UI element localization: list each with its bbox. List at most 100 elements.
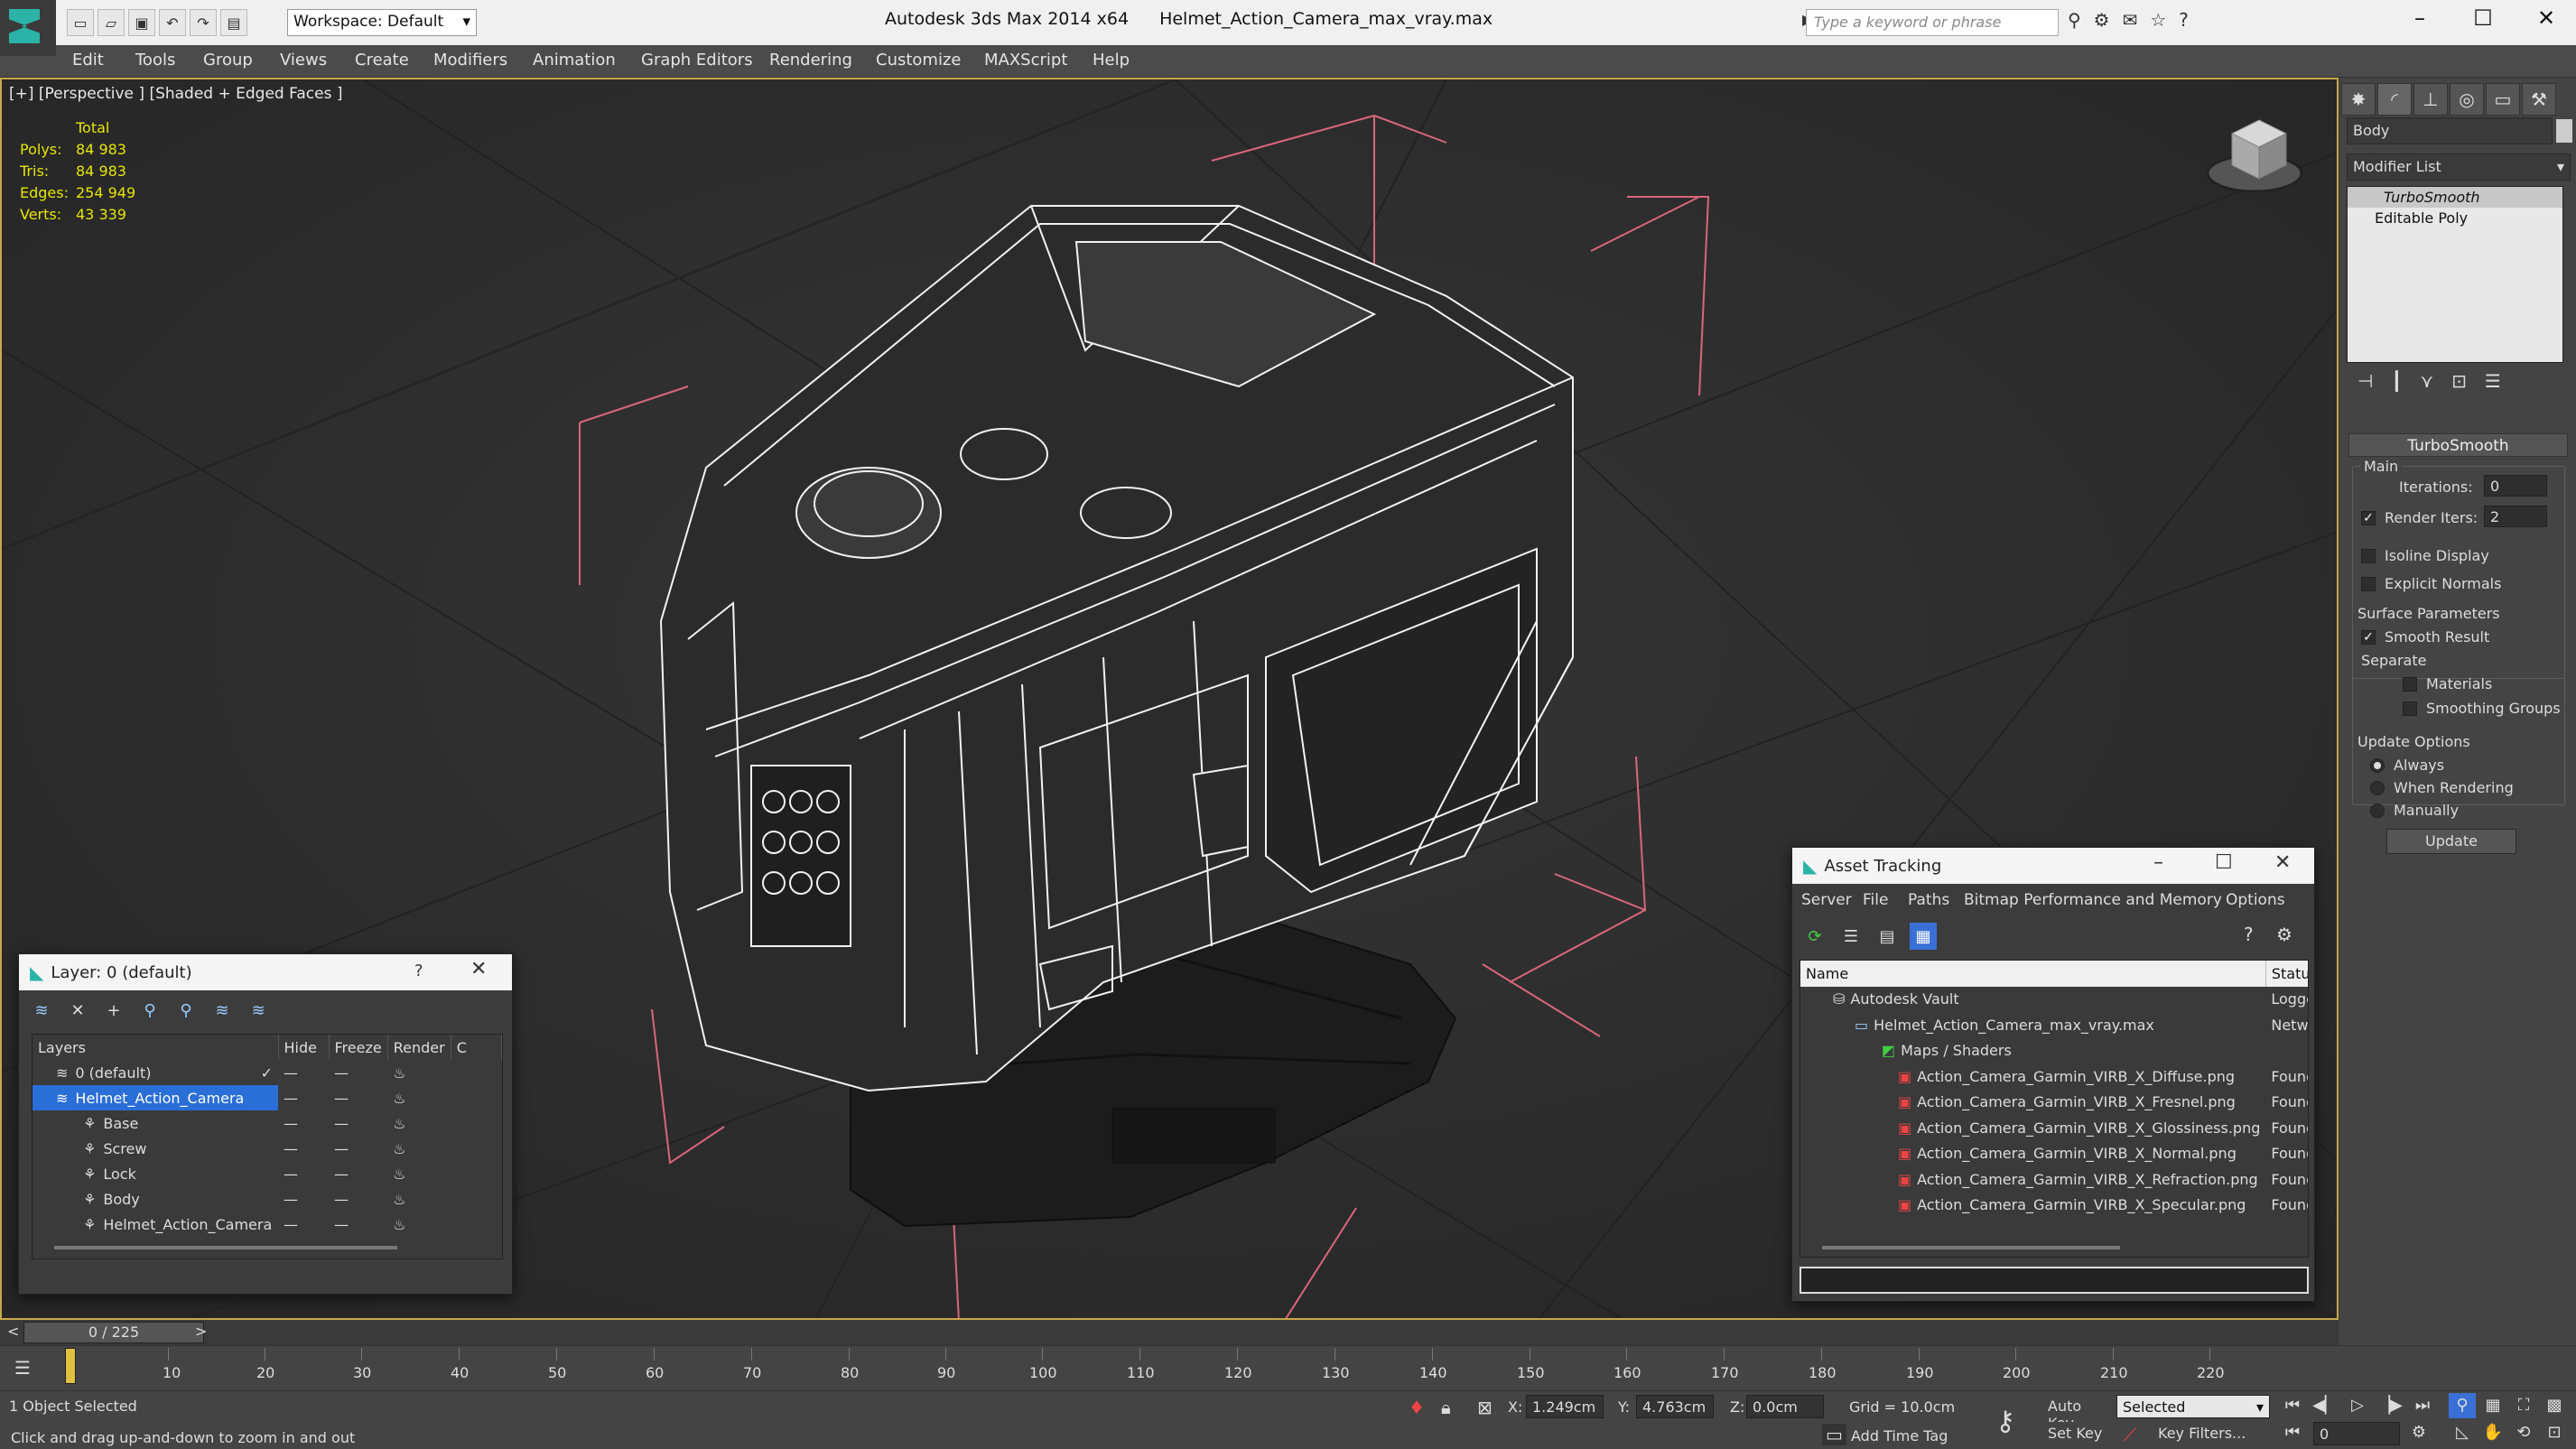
menu-options[interactable]: Options	[2226, 891, 2285, 909]
smoothing-groups-checkbox[interactable]	[2403, 701, 2417, 716]
column-color[interactable]: C	[451, 1035, 503, 1060]
field-of-view-icon[interactable]: ◺	[2449, 1420, 2476, 1445]
render-teapot-icon[interactable]: ♨	[387, 1136, 451, 1161]
current-frame-input[interactable]: 0	[2313, 1422, 2400, 1445]
select-layer-objects-icon[interactable]: ⚲	[136, 997, 163, 1024]
hide-toggle[interactable]: —	[278, 1186, 329, 1212]
project-folder-icon[interactable]: ▤	[220, 9, 247, 36]
y-coord-input[interactable]: 4.763cm	[1636, 1395, 1714, 1418]
render-iters-checkbox[interactable]: ✓	[2361, 510, 2376, 525]
set-key-mode-icon[interactable]: ⚷	[1995, 1406, 2015, 1437]
settings-icon[interactable]: ⚙	[2276, 924, 2292, 945]
go-to-start-icon[interactable]: ⏮	[2279, 1393, 2306, 1418]
help-icon[interactable]: ?	[2179, 9, 2189, 31]
update-button[interactable]: Update	[2386, 829, 2516, 854]
refresh-icon[interactable]: ⟳	[1801, 923, 1828, 950]
close-button[interactable]: ✕	[2521, 5, 2571, 38]
asset-row[interactable]: ◩ Maps / Shaders	[1800, 1038, 2308, 1064]
materials-checkbox[interactable]	[2403, 676, 2417, 692]
save-icon[interactable]: ▣	[128, 9, 155, 36]
menu-modifiers[interactable]: Modifiers	[433, 51, 507, 70]
subscription-icon[interactable]: ⚙	[2094, 9, 2110, 31]
render-teapot-icon[interactable]: ♨	[387, 1060, 451, 1085]
render-teapot-icon[interactable]: ♨	[387, 1186, 451, 1212]
isolate-selection-icon[interactable]: ♦	[1409, 1397, 1425, 1418]
zoom-all-icon[interactable]: ▦	[2479, 1393, 2506, 1418]
viewport-label[interactable]: [+] [Perspective ] [Shaded + Edged Faces…	[9, 85, 342, 103]
time-configuration-icon[interactable]: ⚙	[2405, 1420, 2432, 1445]
app-logo-icon[interactable]	[0, 0, 56, 56]
smooth-result-checkbox[interactable]: ✓	[2361, 629, 2376, 645]
zoom-icon[interactable]: ⚲	[2449, 1393, 2476, 1418]
asset-row[interactable]: ▣ Action_Camera_Garmin_VIRB_X_Refraction.…	[1800, 1166, 2308, 1193]
freeze-toggle[interactable]: —	[329, 1186, 387, 1212]
key-filters-button[interactable]: Key Filters...	[2153, 1422, 2261, 1445]
menu-maxscript[interactable]: MAXScript	[984, 51, 1067, 70]
hide-all-layers-icon[interactable]: ≋	[209, 997, 236, 1024]
asset-row[interactable]: ▣ Action_Camera_Garmin_VIRB_X_Diffuse.png…	[1800, 1064, 2308, 1090]
orbit-icon[interactable]: ⟲	[2510, 1420, 2537, 1445]
layer-row[interactable]: ≋ Helmet_Action_Camera — — ♨	[33, 1085, 502, 1110]
column-render[interactable]: Render	[387, 1035, 451, 1060]
menu-file[interactable]: File	[1863, 891, 1888, 909]
auto-key-button[interactable]: Auto Key	[2042, 1395, 2115, 1432]
render-teapot-icon[interactable]: ♨	[387, 1085, 451, 1110]
undo-icon[interactable]: ↶	[159, 9, 186, 36]
menu-rendering[interactable]: Rendering	[769, 51, 852, 70]
asset-path-field[interactable]	[1799, 1267, 2309, 1294]
render-teapot-icon[interactable]: ♨	[387, 1212, 451, 1237]
asset-row[interactable]: ▣ Action_Camera_Garmin_VIRB_X_Specular.pn…	[1800, 1193, 2308, 1219]
zoom-extents-all-icon[interactable]: ▩	[2541, 1393, 2568, 1418]
hide-toggle[interactable]: —	[278, 1161, 329, 1186]
maximize-viewport-icon[interactable]: ⊡	[2541, 1420, 2568, 1445]
help-icon[interactable]: ?	[2244, 924, 2254, 945]
hide-toggle[interactable]: —	[278, 1085, 329, 1110]
freeze-all-layers-icon[interactable]: ≋	[245, 997, 272, 1024]
redo-icon[interactable]: ↷	[190, 9, 217, 36]
menu-edit[interactable]: Edit	[72, 51, 104, 70]
object-name-input[interactable]: Body	[2347, 117, 2553, 144]
favorites-star-icon[interactable]: ☆	[2150, 9, 2166, 31]
menu-views[interactable]: Views	[280, 51, 327, 70]
asset-row[interactable]: ▣ Action_Camera_Garmin_VIRB_X_Glossiness.…	[1800, 1115, 2308, 1141]
modifier-list-dropdown[interactable]: Modifier List ▾	[2347, 153, 2571, 181]
render-iters-spinner[interactable]: 2	[2484, 506, 2547, 527]
maximize-button[interactable]: ☐	[2458, 5, 2508, 38]
menu-animation[interactable]: Animation	[533, 51, 616, 70]
next-frame-icon[interactable]: ▕▶	[2376, 1393, 2404, 1418]
hierarchy-tab-icon[interactable]: ⊥	[2413, 83, 2448, 116]
display-tab-icon[interactable]: ▭	[2486, 83, 2520, 116]
make-unique-icon[interactable]: ⋎	[2420, 370, 2433, 392]
minimize-button[interactable]: –	[2395, 5, 2445, 38]
layer-row[interactable]: ⚘ Body — — ♨	[33, 1186, 502, 1212]
configure-modifier-sets-icon[interactable]: ☰	[2485, 370, 2501, 392]
layer-row[interactable]: ⚘ Lock — — ♨	[33, 1161, 502, 1186]
layer-row[interactable]: ⚘ Base — — ♨	[33, 1110, 502, 1136]
column-freeze[interactable]: Freeze	[329, 1035, 388, 1060]
previous-frame-icon[interactable]: ◀▏	[2311, 1393, 2339, 1418]
hide-toggle[interactable]: —	[278, 1110, 329, 1136]
x-coord-input[interactable]: 1.249cm	[1526, 1395, 1604, 1418]
freeze-toggle[interactable]: —	[329, 1060, 387, 1085]
layer-row[interactable]: ⚘ Helmet_Action_Camera — — ♨	[33, 1212, 502, 1237]
hide-toggle[interactable]: —	[278, 1212, 329, 1237]
zoom-extents-icon[interactable]: ⛶	[2510, 1393, 2537, 1418]
create-layer-icon[interactable]: ≋	[28, 997, 55, 1024]
pan-view-icon[interactable]: ✋	[2479, 1420, 2506, 1445]
time-tag-icon[interactable]: ▭	[1822, 1424, 1846, 1445]
close-button[interactable]: ✕	[470, 958, 487, 980]
stack-item-turbosmooth[interactable]: TurboSmooth	[2348, 187, 2562, 208]
menu-help[interactable]: Help	[1093, 51, 1130, 70]
freeze-toggle[interactable]: —	[329, 1161, 387, 1186]
asset-row[interactable]: ▣ Action_Camera_Garmin_VIRB_X_Fresnel.png…	[1800, 1090, 2308, 1116]
freeze-toggle[interactable]: —	[329, 1085, 387, 1110]
add-to-layer-icon[interactable]: +	[100, 997, 127, 1024]
close-button[interactable]: ✕	[2274, 851, 2291, 874]
manually-radio[interactable]	[2370, 803, 2385, 818]
menu-paths[interactable]: Paths	[1908, 891, 1949, 909]
menu-graph-editors[interactable]: Graph Editors	[641, 51, 753, 70]
workspace-dropdown[interactable]: Workspace: Default ▾	[287, 9, 477, 36]
asset-row[interactable]: ⛁Autodesk Vault Logge	[1800, 987, 2308, 1013]
add-time-tag-label[interactable]: Add Time Tag	[1851, 1427, 1948, 1444]
search-input[interactable]: Type a keyword or phrase	[1806, 9, 2059, 36]
